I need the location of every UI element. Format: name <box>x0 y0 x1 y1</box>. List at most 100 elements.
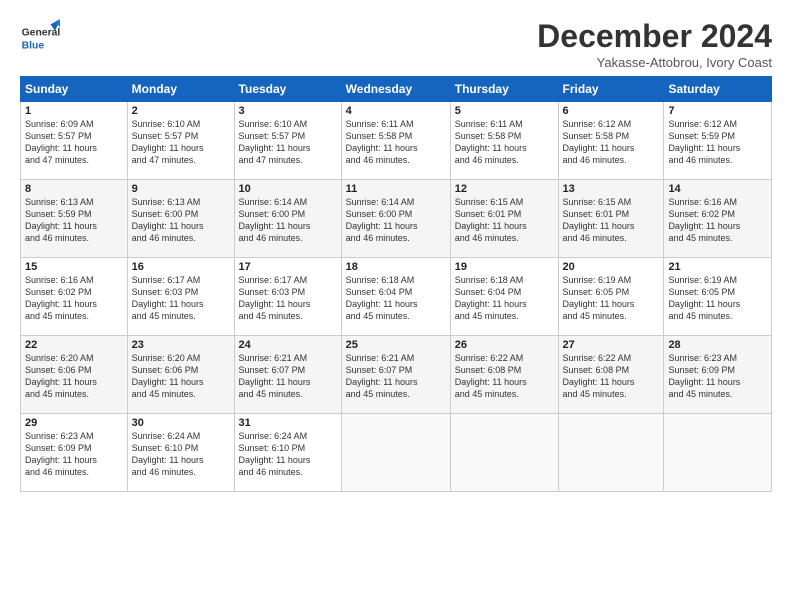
day-info: Sunrise: 6:23 AM Sunset: 6:09 PM Dayligh… <box>25 430 123 479</box>
day-number: 5 <box>455 105 554 117</box>
day-info: Sunrise: 6:18 AM Sunset: 6:04 PM Dayligh… <box>455 274 554 323</box>
day-info: Sunrise: 6:17 AM Sunset: 6:03 PM Dayligh… <box>239 274 337 323</box>
calendar-cell: 20Sunrise: 6:19 AM Sunset: 6:05 PM Dayli… <box>558 258 664 336</box>
calendar-cell: 8Sunrise: 6:13 AM Sunset: 5:59 PM Daylig… <box>21 180 128 258</box>
day-number: 12 <box>455 183 554 195</box>
day-number: 8 <box>25 183 123 195</box>
day-number: 23 <box>132 339 230 351</box>
page: General Blue December 2024 Yakasse-Attob… <box>0 0 792 612</box>
day-info: Sunrise: 6:21 AM Sunset: 6:07 PM Dayligh… <box>346 352 446 401</box>
day-info: Sunrise: 6:22 AM Sunset: 6:08 PM Dayligh… <box>455 352 554 401</box>
day-info: Sunrise: 6:19 AM Sunset: 6:05 PM Dayligh… <box>668 274 767 323</box>
calendar-week-row: 29Sunrise: 6:23 AM Sunset: 6:09 PM Dayli… <box>21 414 772 492</box>
calendar-cell: 4Sunrise: 6:11 AM Sunset: 5:58 PM Daylig… <box>341 102 450 180</box>
calendar-cell: 10Sunrise: 6:14 AM Sunset: 6:00 PM Dayli… <box>234 180 341 258</box>
header-wednesday: Wednesday <box>341 77 450 102</box>
calendar-cell: 11Sunrise: 6:14 AM Sunset: 6:00 PM Dayli… <box>341 180 450 258</box>
month-title: December 2024 <box>537 18 772 55</box>
calendar-week-row: 22Sunrise: 6:20 AM Sunset: 6:06 PM Dayli… <box>21 336 772 414</box>
day-number: 31 <box>239 417 337 429</box>
calendar-cell: 30Sunrise: 6:24 AM Sunset: 6:10 PM Dayli… <box>127 414 234 492</box>
day-number: 18 <box>346 261 446 273</box>
day-info: Sunrise: 6:12 AM Sunset: 5:58 PM Dayligh… <box>563 118 660 167</box>
day-info: Sunrise: 6:23 AM Sunset: 6:09 PM Dayligh… <box>668 352 767 401</box>
svg-text:Blue: Blue <box>22 40 45 51</box>
day-number: 28 <box>668 339 767 351</box>
calendar-week-row: 15Sunrise: 6:16 AM Sunset: 6:02 PM Dayli… <box>21 258 772 336</box>
calendar-cell <box>341 414 450 492</box>
location-subtitle: Yakasse-Attobrou, Ivory Coast <box>537 55 772 70</box>
calendar-cell: 15Sunrise: 6:16 AM Sunset: 6:02 PM Dayli… <box>21 258 128 336</box>
calendar-header: Sunday Monday Tuesday Wednesday Thursday… <box>21 77 772 102</box>
day-info: Sunrise: 6:20 AM Sunset: 6:06 PM Dayligh… <box>25 352 123 401</box>
calendar-cell: 7Sunrise: 6:12 AM Sunset: 5:59 PM Daylig… <box>664 102 772 180</box>
day-info: Sunrise: 6:12 AM Sunset: 5:59 PM Dayligh… <box>668 118 767 167</box>
day-number: 26 <box>455 339 554 351</box>
calendar-cell: 22Sunrise: 6:20 AM Sunset: 6:06 PM Dayli… <box>21 336 128 414</box>
header-saturday: Saturday <box>664 77 772 102</box>
day-number: 16 <box>132 261 230 273</box>
calendar-cell: 14Sunrise: 6:16 AM Sunset: 6:02 PM Dayli… <box>664 180 772 258</box>
day-info: Sunrise: 6:22 AM Sunset: 6:08 PM Dayligh… <box>563 352 660 401</box>
day-number: 9 <box>132 183 230 195</box>
day-number: 4 <box>346 105 446 117</box>
day-number: 19 <box>455 261 554 273</box>
calendar-cell: 5Sunrise: 6:11 AM Sunset: 5:58 PM Daylig… <box>450 102 558 180</box>
day-info: Sunrise: 6:19 AM Sunset: 6:05 PM Dayligh… <box>563 274 660 323</box>
day-info: Sunrise: 6:24 AM Sunset: 6:10 PM Dayligh… <box>239 430 337 479</box>
calendar-cell: 6Sunrise: 6:12 AM Sunset: 5:58 PM Daylig… <box>558 102 664 180</box>
calendar-week-row: 1Sunrise: 6:09 AM Sunset: 5:57 PM Daylig… <box>21 102 772 180</box>
day-info: Sunrise: 6:16 AM Sunset: 6:02 PM Dayligh… <box>25 274 123 323</box>
calendar-cell: 3Sunrise: 6:10 AM Sunset: 5:57 PM Daylig… <box>234 102 341 180</box>
day-number: 14 <box>668 183 767 195</box>
calendar-cell <box>450 414 558 492</box>
logo-icon: General Blue <box>20 18 60 58</box>
day-info: Sunrise: 6:11 AM Sunset: 5:58 PM Dayligh… <box>346 118 446 167</box>
day-number: 3 <box>239 105 337 117</box>
calendar-cell: 17Sunrise: 6:17 AM Sunset: 6:03 PM Dayli… <box>234 258 341 336</box>
day-number: 30 <box>132 417 230 429</box>
day-info: Sunrise: 6:20 AM Sunset: 6:06 PM Dayligh… <box>132 352 230 401</box>
logo: General Blue <box>20 18 64 58</box>
day-info: Sunrise: 6:15 AM Sunset: 6:01 PM Dayligh… <box>455 196 554 245</box>
calendar-cell: 21Sunrise: 6:19 AM Sunset: 6:05 PM Dayli… <box>664 258 772 336</box>
header-monday: Monday <box>127 77 234 102</box>
calendar-cell: 2Sunrise: 6:10 AM Sunset: 5:57 PM Daylig… <box>127 102 234 180</box>
day-number: 2 <box>132 105 230 117</box>
day-info: Sunrise: 6:13 AM Sunset: 6:00 PM Dayligh… <box>132 196 230 245</box>
calendar-body: 1Sunrise: 6:09 AM Sunset: 5:57 PM Daylig… <box>21 102 772 492</box>
calendar-cell: 28Sunrise: 6:23 AM Sunset: 6:09 PM Dayli… <box>664 336 772 414</box>
header-friday: Friday <box>558 77 664 102</box>
day-number: 10 <box>239 183 337 195</box>
calendar-cell <box>558 414 664 492</box>
day-info: Sunrise: 6:13 AM Sunset: 5:59 PM Dayligh… <box>25 196 123 245</box>
day-info: Sunrise: 6:15 AM Sunset: 6:01 PM Dayligh… <box>563 196 660 245</box>
day-number: 24 <box>239 339 337 351</box>
calendar-cell <box>664 414 772 492</box>
day-info: Sunrise: 6:21 AM Sunset: 6:07 PM Dayligh… <box>239 352 337 401</box>
weekday-header-row: Sunday Monday Tuesday Wednesday Thursday… <box>21 77 772 102</box>
calendar-cell: 9Sunrise: 6:13 AM Sunset: 6:00 PM Daylig… <box>127 180 234 258</box>
day-number: 6 <box>563 105 660 117</box>
day-number: 15 <box>25 261 123 273</box>
calendar-cell: 29Sunrise: 6:23 AM Sunset: 6:09 PM Dayli… <box>21 414 128 492</box>
calendar-cell: 19Sunrise: 6:18 AM Sunset: 6:04 PM Dayli… <box>450 258 558 336</box>
day-number: 7 <box>668 105 767 117</box>
calendar-cell: 18Sunrise: 6:18 AM Sunset: 6:04 PM Dayli… <box>341 258 450 336</box>
calendar-cell: 13Sunrise: 6:15 AM Sunset: 6:01 PM Dayli… <box>558 180 664 258</box>
day-info: Sunrise: 6:18 AM Sunset: 6:04 PM Dayligh… <box>346 274 446 323</box>
header-thursday: Thursday <box>450 77 558 102</box>
calendar-cell: 26Sunrise: 6:22 AM Sunset: 6:08 PM Dayli… <box>450 336 558 414</box>
day-info: Sunrise: 6:14 AM Sunset: 6:00 PM Dayligh… <box>239 196 337 245</box>
day-info: Sunrise: 6:24 AM Sunset: 6:10 PM Dayligh… <box>132 430 230 479</box>
calendar-cell: 12Sunrise: 6:15 AM Sunset: 6:01 PM Dayli… <box>450 180 558 258</box>
day-number: 29 <box>25 417 123 429</box>
calendar-cell: 31Sunrise: 6:24 AM Sunset: 6:10 PM Dayli… <box>234 414 341 492</box>
day-number: 20 <box>563 261 660 273</box>
day-info: Sunrise: 6:11 AM Sunset: 5:58 PM Dayligh… <box>455 118 554 167</box>
calendar-cell: 1Sunrise: 6:09 AM Sunset: 5:57 PM Daylig… <box>21 102 128 180</box>
calendar-week-row: 8Sunrise: 6:13 AM Sunset: 5:59 PM Daylig… <box>21 180 772 258</box>
header: General Blue December 2024 Yakasse-Attob… <box>20 18 772 70</box>
day-info: Sunrise: 6:14 AM Sunset: 6:00 PM Dayligh… <box>346 196 446 245</box>
title-block: December 2024 Yakasse-Attobrou, Ivory Co… <box>537 18 772 70</box>
